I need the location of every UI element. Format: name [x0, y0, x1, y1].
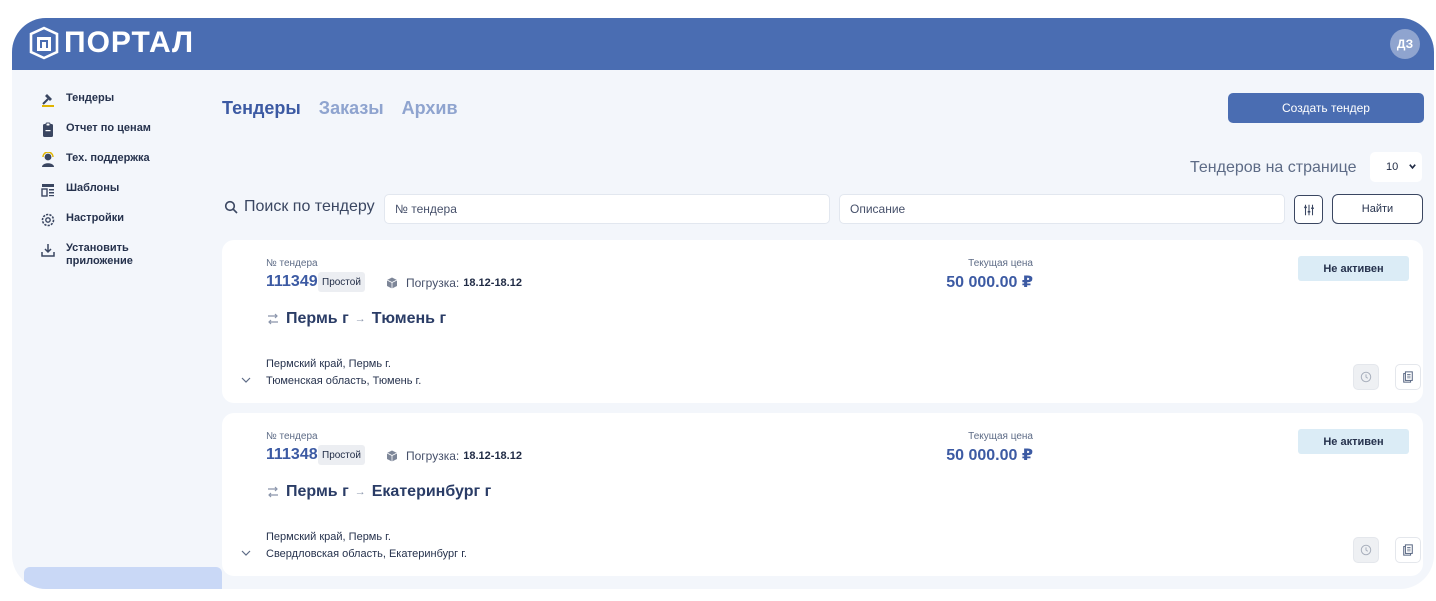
- support-agent-icon: [42, 152, 54, 167]
- sidebar-item-support[interactable]: Тех. поддержка: [40, 152, 210, 182]
- load-label: Погрузка:: [406, 449, 460, 463]
- sidebar-item-settings[interactable]: Настройки: [40, 212, 210, 242]
- tender-number[interactable]: 111348: [266, 446, 318, 464]
- sidebar-item-price-report[interactable]: Отчет по ценам: [40, 122, 210, 152]
- arrow-right-icon: →: [354, 486, 366, 498]
- app-frame: ПОРТАЛ ДЗ Тендеры Отчет по ценам Тех. по…: [12, 18, 1434, 589]
- gavel-icon: [42, 94, 54, 107]
- to-address: Свердловская область, Екатеринбург г.: [266, 548, 467, 560]
- package-icon: [386, 277, 398, 289]
- current-price: 50 000.00 ₽: [946, 447, 1033, 464]
- logo-box-icon: [29, 26, 59, 60]
- sidebar: Тендеры Отчет по ценам Тех. поддержка Ша…: [40, 92, 210, 282]
- search-label: Поиск по тендеру: [224, 198, 375, 216]
- avatar[interactable]: ДЗ: [1390, 29, 1420, 59]
- chevron-down-icon: [1409, 164, 1416, 170]
- copy-button[interactable]: [1395, 364, 1421, 390]
- filter-button[interactable]: [1294, 195, 1323, 224]
- to-address: Тюменская область, Тюмень г.: [266, 375, 422, 387]
- tender-number-label: № тендера: [266, 431, 318, 442]
- download-icon: [41, 244, 55, 257]
- load-label: Погрузка:: [406, 276, 460, 290]
- search-label-text: Поиск по тендеру: [244, 198, 375, 215]
- chevron-down-icon[interactable]: [240, 374, 252, 386]
- status-badge: Не активен: [1298, 429, 1409, 454]
- top-bar: ПОРТАЛ ДЗ: [12, 18, 1434, 70]
- tender-card[interactable]: № тендера 111349 Простой Погрузка: 18.12…: [222, 240, 1423, 403]
- route-to-city: Екатеринбург г: [371, 483, 492, 500]
- arrow-right-icon: →: [354, 313, 366, 325]
- price-label: Текущая цена: [968, 431, 1033, 442]
- route-to-city: Тюмень г: [371, 310, 447, 327]
- route: Пермь г → Екатеринбург г: [266, 483, 491, 501]
- tab-archive[interactable]: Архив: [402, 98, 458, 119]
- partner-banner[interactable]: [24, 567, 222, 589]
- per-page-label: Тендеров на странице: [1190, 159, 1357, 176]
- search-icon: [224, 200, 238, 214]
- tender-number-label: № тендера: [266, 258, 318, 269]
- gear-icon: [41, 213, 55, 227]
- sidebar-item-install-app[interactable]: Установить приложение: [40, 242, 210, 282]
- sidebar-item-label: Тех. поддержка: [66, 152, 150, 164]
- tab-tenders[interactable]: Тендеры: [222, 98, 301, 119]
- template-icon: [41, 184, 54, 197]
- package-icon: [386, 450, 398, 462]
- sidebar-item-tenders[interactable]: Тендеры: [40, 92, 210, 122]
- from-address: Пермский край, Пермь г.: [266, 531, 391, 543]
- load-dates: 18.12-18.12: [463, 277, 522, 289]
- chevron-down-icon[interactable]: [240, 547, 252, 559]
- route-from-city: Пермь г: [286, 310, 349, 327]
- from-address: Пермский край, Пермь г.: [266, 358, 391, 370]
- tender-type-badge: Простой: [318, 272, 365, 292]
- price-label: Текущая цена: [968, 258, 1033, 269]
- sidebar-item-label: Установить приложение: [66, 242, 133, 267]
- history-button[interactable]: [1353, 537, 1379, 563]
- copy-document-icon: [1403, 544, 1413, 556]
- status-badge: Не активен: [1298, 256, 1409, 281]
- sidebar-item-templates[interactable]: Шаблоны: [40, 182, 210, 212]
- description-input[interactable]: [839, 194, 1285, 224]
- copy-document-icon: [1403, 371, 1413, 383]
- load-dates: 18.12-18.12: [463, 450, 522, 462]
- tender-type-badge: Простой: [318, 445, 365, 465]
- sidebar-item-label: Шаблоны: [66, 182, 120, 194]
- route-swap-icon: [268, 313, 278, 325]
- tabs: Тендеры Заказы Архив: [222, 98, 458, 119]
- find-button[interactable]: Найти: [1332, 194, 1423, 224]
- sidebar-item-label: Настройки: [66, 212, 125, 224]
- create-tender-button[interactable]: Создать тендер: [1228, 93, 1424, 123]
- history-button[interactable]: [1353, 364, 1379, 390]
- sliders-icon: [1303, 204, 1314, 215]
- load-info: Погрузка: 18.12-18.12: [386, 449, 522, 463]
- tender-number-input[interactable]: [384, 194, 830, 224]
- tab-orders[interactable]: Заказы: [319, 98, 384, 119]
- tender-number[interactable]: 111349: [266, 273, 318, 291]
- route-swap-icon: [268, 486, 278, 498]
- load-info: Погрузка: 18.12-18.12: [386, 276, 522, 290]
- tender-card[interactable]: № тендера 111348 Простой Погрузка: 18.12…: [222, 413, 1423, 576]
- logo[interactable]: ПОРТАЛ: [28, 26, 194, 60]
- per-page-value: 10: [1386, 161, 1399, 173]
- copy-button[interactable]: [1395, 537, 1421, 563]
- clock-icon: [1360, 544, 1372, 556]
- sidebar-item-label: Тендеры: [66, 92, 115, 104]
- sidebar-item-label: Отчет по ценам: [66, 122, 151, 134]
- clock-icon: [1360, 371, 1372, 383]
- per-page-select[interactable]: 10: [1370, 152, 1422, 182]
- route-from-city: Пермь г: [286, 483, 349, 500]
- logo-text: ПОРТАЛ: [64, 26, 195, 59]
- clipboard-icon: [43, 122, 53, 137]
- current-price: 50 000.00 ₽: [946, 274, 1033, 291]
- route: Пермь г → Тюмень г: [266, 310, 446, 328]
